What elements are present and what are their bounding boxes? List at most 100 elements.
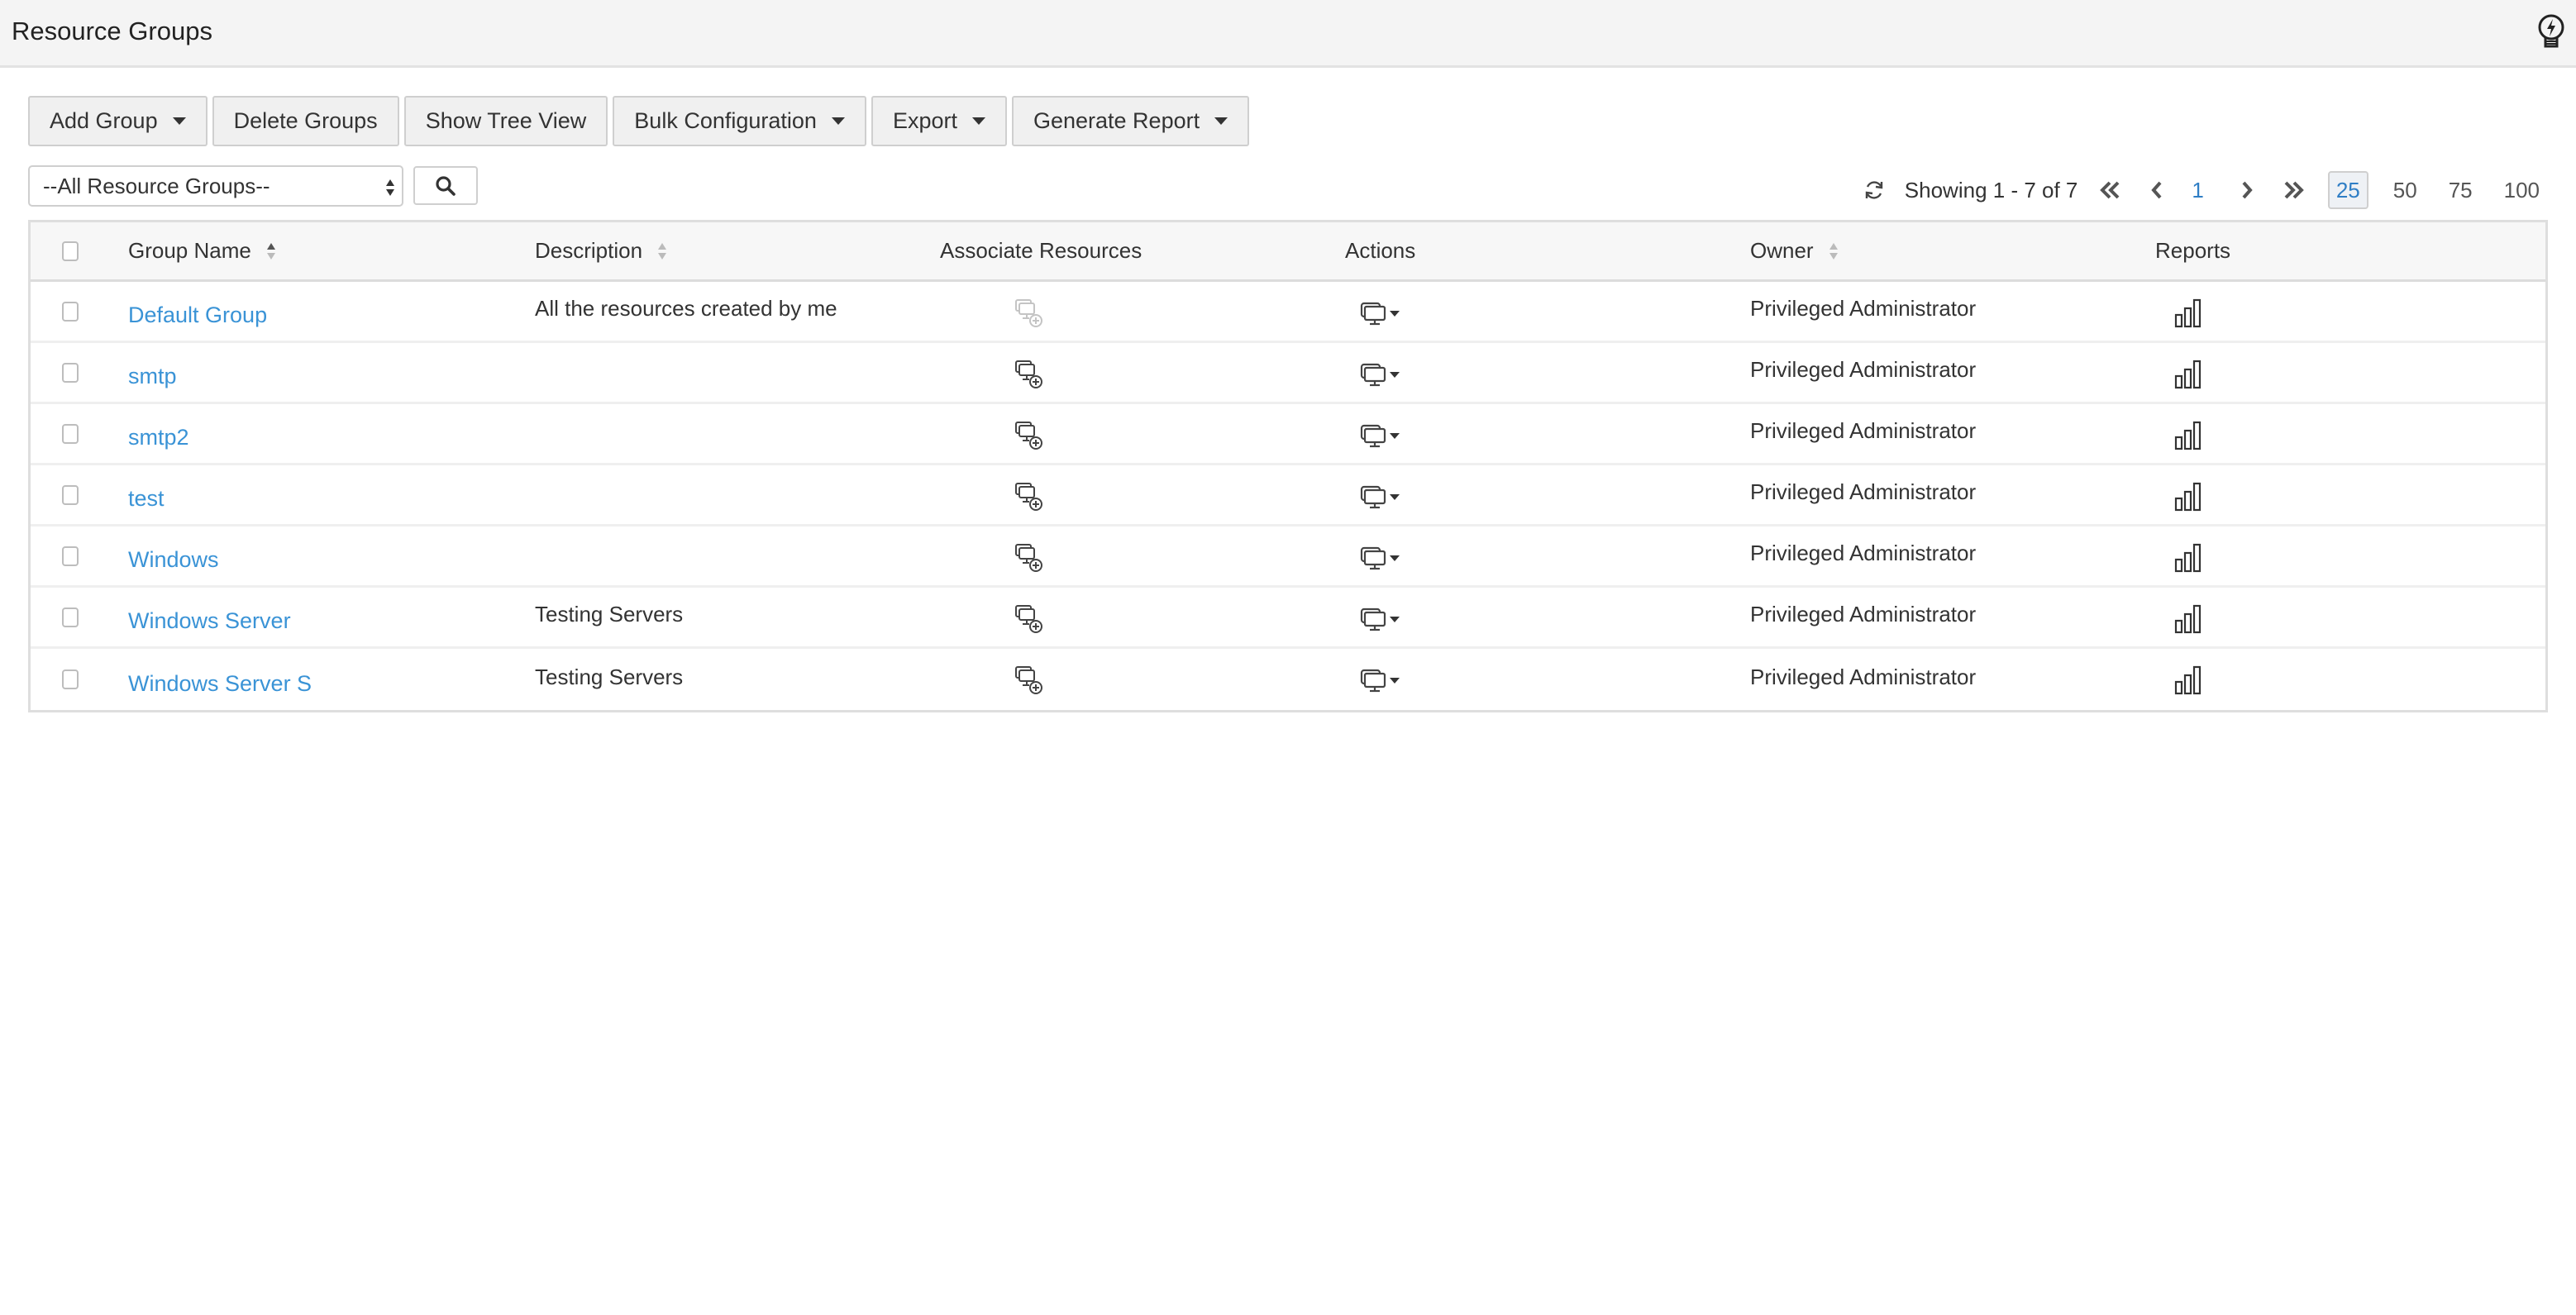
page-size-75[interactable]: 75 xyxy=(2442,171,2479,209)
chevron-left-icon xyxy=(2151,181,2162,199)
row-checkbox[interactable] xyxy=(62,484,79,505)
group-name-link[interactable]: Default Group xyxy=(128,294,267,328)
row-checkbox[interactable] xyxy=(62,607,79,627)
sort-icon xyxy=(266,242,275,260)
search-icon xyxy=(436,175,456,196)
column-label: Owner xyxy=(1750,238,1814,263)
add-group-label: Add Group xyxy=(50,108,158,133)
group-owner: Privileged Administrator xyxy=(1750,541,1977,565)
table-row: Windows Server S Testing Servers Privile… xyxy=(31,649,2545,710)
table-row: smtp Privileged Administrator xyxy=(31,343,2545,404)
group-name-link[interactable]: test xyxy=(128,478,165,512)
table-row: Windows Privileged Administrator xyxy=(31,526,2545,588)
caret-down-icon xyxy=(1214,117,1228,125)
table-row: Default Group All the resources created … xyxy=(31,282,2545,343)
bar-chart-report-icon[interactable] xyxy=(2173,541,2203,573)
group-owner: Privileged Administrator xyxy=(1750,479,1977,504)
resource-groups-table: Group Name Description Associate Resourc… xyxy=(28,220,2548,712)
lightbulb-icon[interactable] xyxy=(2535,13,2568,51)
page-size-50[interactable]: 50 xyxy=(2387,171,2424,209)
bar-chart-report-icon[interactable] xyxy=(2173,664,2203,695)
table-body: Default Group All the resources created … xyxy=(31,282,2545,710)
table-row: test Privileged Administrator xyxy=(31,465,2545,526)
column-label: Description xyxy=(535,238,643,263)
actions-menu-icon[interactable] xyxy=(1360,546,1405,571)
add-group-button[interactable]: Add Group xyxy=(28,96,208,146)
toolbar: Add Group Delete Groups Show Tree View B… xyxy=(28,96,1250,146)
sort-icon xyxy=(1829,242,1838,260)
delete-groups-button[interactable]: Delete Groups xyxy=(212,96,399,146)
actions-menu-icon[interactable] xyxy=(1360,607,1405,632)
group-owner: Privileged Administrator xyxy=(1750,357,1977,382)
group-owner: Privileged Administrator xyxy=(1750,296,1977,321)
search-button[interactable] xyxy=(413,166,478,205)
select-all-checkbox[interactable] xyxy=(62,241,79,261)
group-owner: Privileged Administrator xyxy=(1750,602,1977,627)
group-owner: Privileged Administrator xyxy=(1750,664,1977,689)
select-arrows-icon xyxy=(386,179,394,196)
page-size-25[interactable]: 25 xyxy=(2327,171,2368,209)
row-checkbox[interactable] xyxy=(62,669,79,689)
export-label: Export xyxy=(892,108,957,133)
row-checkbox[interactable] xyxy=(62,546,79,566)
associate-resources-icon[interactable] xyxy=(1014,298,1044,328)
bar-chart-report-icon[interactable] xyxy=(2173,419,2203,450)
show-tree-view-button[interactable]: Show Tree View xyxy=(403,96,608,146)
associate-resources-icon[interactable] xyxy=(1014,604,1044,634)
column-reports: Reports xyxy=(2155,222,2230,279)
page-size-100[interactable]: 100 xyxy=(2497,171,2546,209)
caret-down-icon xyxy=(831,117,845,125)
double-chevron-left-icon xyxy=(2100,181,2120,199)
actions-menu-icon[interactable] xyxy=(1360,363,1405,388)
column-label: Associate Resources xyxy=(940,238,1143,263)
column-group-name[interactable]: Group Name xyxy=(128,222,276,279)
sort-icon xyxy=(658,242,667,260)
associate-resources-icon[interactable] xyxy=(1014,543,1044,573)
show-tree-view-label: Show Tree View xyxy=(425,108,587,133)
group-name-link[interactable]: Windows Server S xyxy=(128,663,312,697)
bar-chart-report-icon[interactable] xyxy=(2173,480,2203,512)
prev-page-button[interactable] xyxy=(2145,179,2168,202)
column-associate-resources: Associate Resources xyxy=(940,222,1142,279)
page-header: Resource Groups xyxy=(0,0,2576,68)
export-button[interactable]: Export xyxy=(871,96,1007,146)
associate-resources-icon[interactable] xyxy=(1014,360,1044,389)
refresh-icon[interactable] xyxy=(1863,179,1885,202)
first-page-button[interactable] xyxy=(2099,179,2122,202)
group-description: Testing Servers xyxy=(535,664,684,689)
column-label: Actions xyxy=(1345,238,1416,263)
associate-resources-icon[interactable] xyxy=(1014,421,1044,450)
actions-menu-icon[interactable] xyxy=(1360,424,1405,449)
group-name-link[interactable]: Windows Server xyxy=(128,600,291,634)
delete-groups-label: Delete Groups xyxy=(233,108,378,133)
group-name-link[interactable]: Windows xyxy=(128,539,219,573)
bar-chart-report-icon[interactable] xyxy=(2173,603,2203,634)
column-description[interactable]: Description xyxy=(535,222,667,279)
caret-down-icon xyxy=(172,117,186,125)
generate-report-label: Generate Report xyxy=(1033,108,1200,133)
table-row: smtp2 Privileged Administrator xyxy=(31,404,2545,465)
showing-count: Showing 1 - 7 of 7 xyxy=(1904,177,2078,202)
generate-report-button[interactable]: Generate Report xyxy=(1011,96,1250,146)
actions-menu-icon[interactable] xyxy=(1360,669,1405,693)
resource-group-select[interactable]: --All Resource Groups-- xyxy=(28,165,403,207)
associate-resources-icon[interactable] xyxy=(1014,665,1044,695)
row-checkbox[interactable] xyxy=(62,362,79,383)
actions-menu-icon[interactable] xyxy=(1360,485,1405,510)
bar-chart-report-icon[interactable] xyxy=(2173,297,2203,328)
current-page[interactable]: 1 xyxy=(2192,178,2203,203)
chevron-right-icon xyxy=(2242,181,2253,199)
row-checkbox[interactable] xyxy=(62,301,79,322)
table-row: Windows Server Testing Servers Privilege… xyxy=(31,588,2545,649)
bulk-configuration-button[interactable]: Bulk Configuration xyxy=(613,96,866,146)
last-page-button[interactable] xyxy=(2282,179,2305,202)
row-checkbox[interactable] xyxy=(62,423,79,444)
next-page-button[interactable] xyxy=(2235,179,2259,202)
associate-resources-icon[interactable] xyxy=(1014,482,1044,512)
group-name-link[interactable]: smtp xyxy=(128,355,177,389)
group-name-link[interactable]: smtp2 xyxy=(128,417,189,450)
bar-chart-report-icon[interactable] xyxy=(2173,358,2203,389)
actions-menu-icon[interactable] xyxy=(1360,302,1405,326)
resource-group-select-value: --All Resource Groups-- xyxy=(43,173,270,198)
column-owner[interactable]: Owner xyxy=(1750,222,1839,279)
